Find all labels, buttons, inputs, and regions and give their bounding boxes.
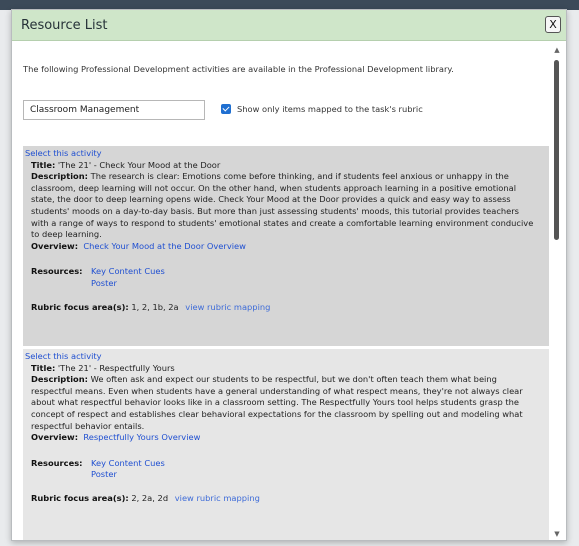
activity-overview: Overview: Check Your Mood at the Door Ov… xyxy=(23,241,549,253)
select-activity-link[interactable]: Select this activity xyxy=(23,351,549,363)
activity-card: Select this activity Title: 'The 21' - R… xyxy=(23,349,549,540)
vertical-scrollbar[interactable]: ▲ ▼ xyxy=(552,46,562,538)
resource-list-dialog: Resource List X The following Profession… xyxy=(11,9,567,541)
title-value: 'The 21' - Respectfully Yours xyxy=(57,362,175,373)
select-activity-link[interactable]: Select this activity xyxy=(23,148,549,160)
rubric-areas: 1, 2, 1b, 2a xyxy=(131,301,179,312)
overview-link[interactable]: Respectfully Yours Overview xyxy=(83,432,200,442)
description-text: We often ask and expect our students to … xyxy=(31,374,523,431)
activity-title: Title: 'The 21' - Respectfully Yours xyxy=(23,363,549,375)
dialog-content: The following Professional Development a… xyxy=(12,42,550,540)
title-label: Title: xyxy=(31,159,56,170)
description-label: Description: xyxy=(31,171,88,182)
activity-card: Select this activity Title: 'The 21' - C… xyxy=(23,146,549,346)
activity-resources: Resources: Key Content Cues Poster xyxy=(23,458,549,481)
resources-label: Resources: xyxy=(31,266,83,277)
dialog-title-bar: Resource List X xyxy=(12,10,566,41)
title-value: 'The 21' - Check Your Mood at the Door xyxy=(57,159,221,170)
overview-label: Overview: xyxy=(31,432,79,443)
rubric-filter-checkbox[interactable] xyxy=(221,104,231,114)
view-rubric-mapping-link[interactable]: view rubric mapping xyxy=(185,302,270,312)
rubric-filter-label: Show only items mapped to the task's rub… xyxy=(237,104,423,114)
intro-text: The following Professional Development a… xyxy=(23,64,454,74)
chevron-up-icon[interactable]: ▲ xyxy=(553,46,561,54)
chevron-down-icon[interactable]: ▼ xyxy=(553,530,561,538)
resource-link[interactable]: Key Content Cues xyxy=(91,458,165,470)
rubric-label: Rubric focus area(s): xyxy=(31,492,129,503)
rubric-areas: 2, 2a, 2d xyxy=(131,492,169,503)
resources-list: Key Content Cues Poster xyxy=(91,266,165,289)
description-text: The research is clear: Emotions come bef… xyxy=(31,171,534,240)
scrollbar-thumb[interactable] xyxy=(554,60,559,240)
overview-link[interactable]: Check Your Mood at the Door Overview xyxy=(83,241,246,251)
activity-title: Title: 'The 21' - Check Your Mood at the… xyxy=(23,160,549,172)
rubric-label: Rubric focus area(s): xyxy=(31,301,129,312)
rubric-focus: Rubric focus area(s): 2, 2a, 2d view rub… xyxy=(23,493,549,505)
description-label: Description: xyxy=(31,374,88,385)
search-input[interactable] xyxy=(23,100,205,120)
rubric-focus: Rubric focus area(s): 1, 2, 1b, 2a view … xyxy=(23,302,549,314)
rubric-filter-toggle[interactable]: Show only items mapped to the task's rub… xyxy=(221,104,423,114)
activity-description: Description: We often ask and expect our… xyxy=(23,374,549,432)
dialog-title: Resource List xyxy=(21,18,108,33)
resources-list: Key Content Cues Poster xyxy=(91,458,165,481)
activity-overview: Overview: Respectfully Yours Overview xyxy=(23,432,549,444)
close-button[interactable]: X xyxy=(545,16,561,33)
resources-label: Resources: xyxy=(31,457,83,468)
resource-link[interactable]: Poster xyxy=(91,469,165,481)
resource-link[interactable]: Key Content Cues xyxy=(91,266,165,278)
view-rubric-mapping-link[interactable]: view rubric mapping xyxy=(175,493,260,503)
overview-label: Overview: xyxy=(31,240,79,251)
activity-resources: Resources: Key Content Cues Poster xyxy=(23,266,549,289)
activity-description: Description: The research is clear: Emot… xyxy=(23,171,549,241)
title-label: Title: xyxy=(31,362,56,373)
resource-link[interactable]: Poster xyxy=(91,278,165,290)
